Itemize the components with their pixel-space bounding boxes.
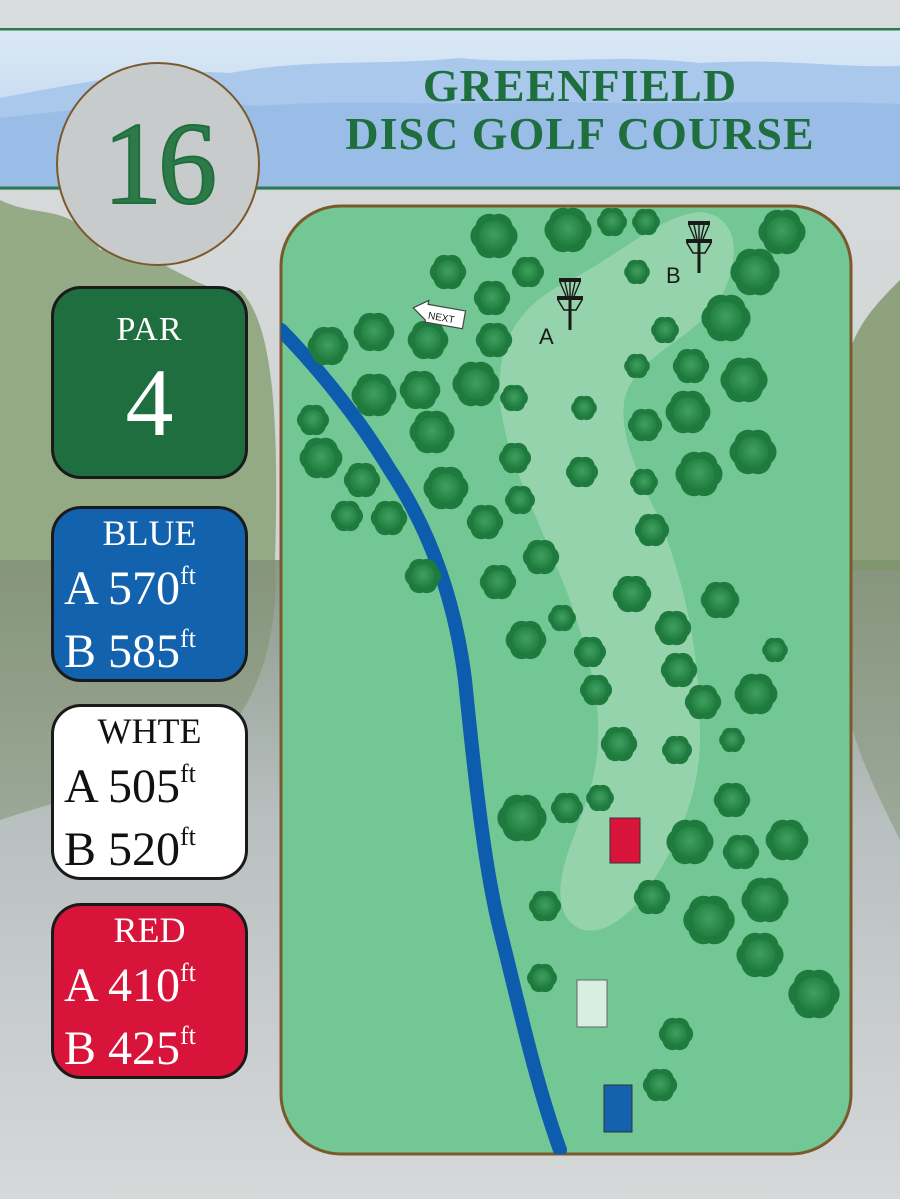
tree <box>720 357 768 403</box>
tree <box>722 834 760 870</box>
tree <box>600 726 638 762</box>
red-tee-pad <box>609 817 641 864</box>
tree <box>548 604 576 632</box>
basket-b-label: B <box>666 263 681 288</box>
tree <box>658 1017 694 1051</box>
tree <box>330 500 364 532</box>
tree <box>719 727 745 753</box>
tree <box>662 735 692 765</box>
tree <box>700 581 740 619</box>
tree <box>550 792 584 824</box>
tree <box>632 208 660 236</box>
tree <box>571 395 597 421</box>
tree <box>734 673 778 715</box>
hole-map: A B NEXT <box>279 204 853 1156</box>
tree <box>675 451 723 497</box>
tree <box>452 361 500 407</box>
tree <box>498 442 532 474</box>
tree <box>399 370 441 410</box>
tree <box>736 932 784 978</box>
tree <box>404 558 442 594</box>
tree <box>423 466 469 510</box>
tree <box>511 256 545 288</box>
tree <box>475 322 513 358</box>
tree <box>627 408 663 442</box>
tree <box>654 610 692 646</box>
tree <box>573 636 607 668</box>
tree <box>762 637 788 663</box>
tree <box>527 963 557 993</box>
tree <box>633 879 671 915</box>
tree <box>343 462 381 498</box>
tree <box>505 620 547 660</box>
tree <box>741 877 789 923</box>
tree <box>522 539 560 575</box>
tree <box>409 410 455 454</box>
tree <box>307 326 349 366</box>
tree <box>473 280 511 316</box>
tree <box>701 294 751 342</box>
tree <box>505 485 535 515</box>
tree <box>612 575 652 613</box>
tree <box>672 348 710 384</box>
tree <box>470 213 518 259</box>
tree <box>299 437 343 479</box>
tree <box>597 207 627 237</box>
tree <box>544 207 592 253</box>
tree <box>429 254 467 290</box>
tree <box>296 404 330 436</box>
white-tee-pad <box>576 979 608 1028</box>
tree <box>713 782 751 818</box>
tree <box>730 248 780 296</box>
tree <box>407 320 449 360</box>
basket-a-label: A <box>539 324 554 349</box>
tree <box>466 504 504 540</box>
tree <box>500 384 528 412</box>
tree <box>683 895 735 945</box>
tree <box>351 373 397 417</box>
tree <box>479 564 517 600</box>
tree <box>660 652 698 688</box>
tree <box>765 819 809 861</box>
tree <box>642 1068 678 1102</box>
tree <box>579 674 613 706</box>
tree <box>528 890 562 922</box>
blue-tee-pad <box>603 1084 633 1133</box>
tree <box>497 794 547 842</box>
tree <box>729 429 777 475</box>
tree <box>370 500 408 536</box>
tree <box>758 209 806 255</box>
tree <box>630 468 658 496</box>
tree <box>788 969 840 1019</box>
tree <box>586 784 614 812</box>
tree <box>651 316 679 344</box>
tree <box>665 390 711 434</box>
tree <box>624 259 650 285</box>
tree <box>684 684 722 720</box>
tree <box>666 819 714 865</box>
tree <box>565 456 599 488</box>
tree <box>624 353 650 379</box>
tree <box>634 513 670 547</box>
tree <box>353 312 395 352</box>
